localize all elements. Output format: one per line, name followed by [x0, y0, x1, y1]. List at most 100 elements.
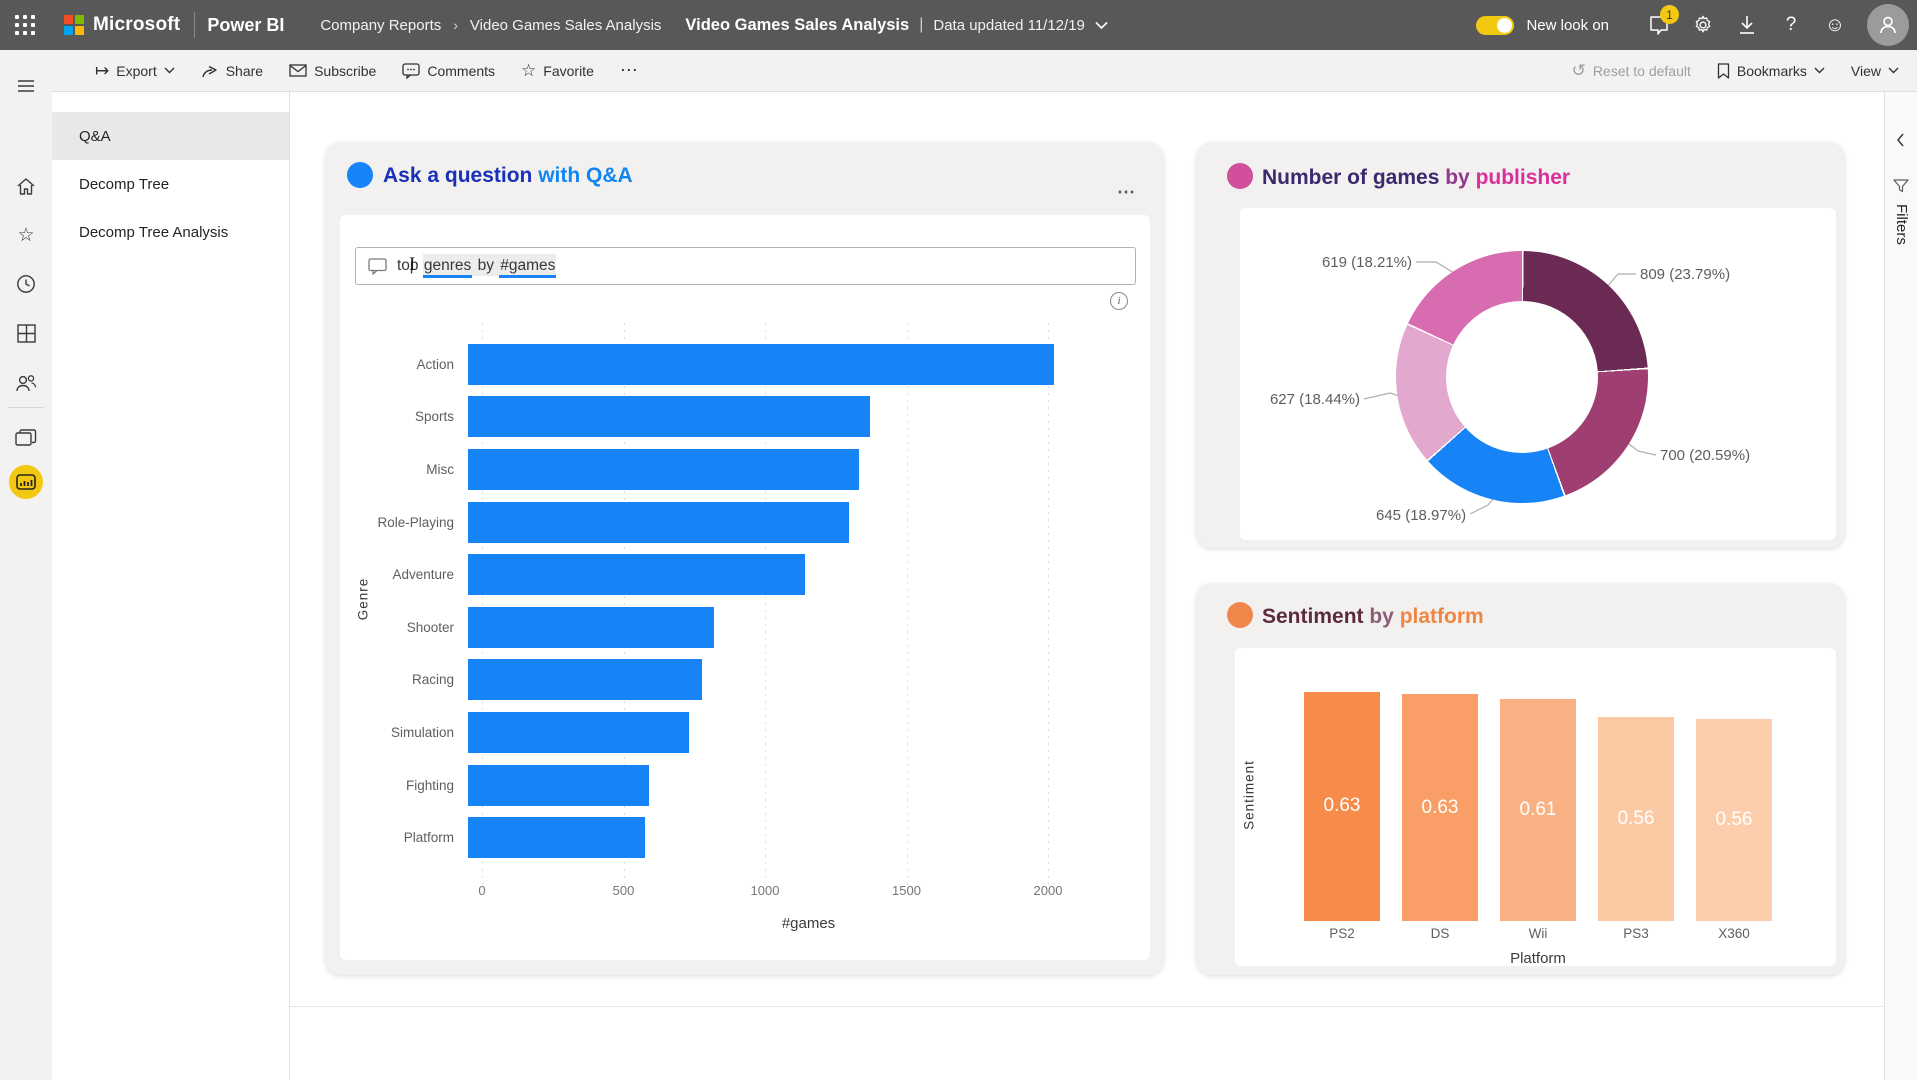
bar-value-label: 0.56: [1716, 809, 1753, 831]
notifications-button[interactable]: 1: [1637, 0, 1681, 50]
workspaces-button[interactable]: [0, 418, 52, 458]
bar-role-playing[interactable]: [468, 502, 849, 543]
bar-value-label: 0.56: [1618, 808, 1655, 830]
export-label: Export: [116, 63, 156, 79]
bar-platform[interactable]: [468, 817, 645, 858]
export-button[interactable]: ↦ Export: [95, 61, 175, 81]
my-workspace-button[interactable]: [0, 462, 52, 502]
favorite-button[interactable]: ☆ Favorite: [521, 61, 594, 81]
bar-row: Misc: [340, 443, 1135, 496]
bar-misc[interactable]: [468, 449, 859, 490]
waffle-icon: [15, 15, 35, 35]
nav-hamburger-button[interactable]: [0, 66, 52, 106]
favorites-button[interactable]: ☆: [0, 215, 52, 255]
bar-wii[interactable]: 0.61: [1500, 699, 1576, 921]
apps-button[interactable]: [0, 313, 52, 353]
bookmark-icon: [1717, 63, 1730, 79]
nav-item-qa[interactable]: Q&A: [52, 112, 289, 160]
bar-x360[interactable]: 0.56: [1696, 719, 1772, 921]
shared-with-me-button[interactable]: [0, 363, 52, 403]
bar-simulation[interactable]: [468, 712, 689, 753]
bar-ds[interactable]: 0.63: [1402, 694, 1478, 921]
donut-label-645: 645 (18.97%): [1376, 507, 1466, 524]
publisher-card-bullet-icon: [1227, 163, 1253, 189]
title-chevron-down-icon[interactable]: [1095, 21, 1108, 30]
bar-row: Role-Playing: [340, 496, 1135, 549]
microsoft-wordmark: Microsoft: [93, 14, 180, 36]
qa-card-more-button[interactable]: ⋯: [1117, 182, 1136, 203]
reset-label: Reset to default: [1593, 63, 1691, 79]
sentiment-x-axis-labels: PS2 DS Wii PS3 X360: [1304, 926, 1772, 941]
share-label: Share: [226, 63, 263, 79]
notifications-badge: 1: [1660, 5, 1679, 24]
category-label: Sports: [340, 409, 468, 424]
bar-value-label: 0.61: [1520, 799, 1557, 821]
comments-button[interactable]: Comments: [402, 63, 495, 79]
help-button[interactable]: ?: [1769, 0, 1813, 50]
envelope-icon: [289, 64, 307, 77]
bar-adventure[interactable]: [468, 554, 805, 595]
download-button[interactable]: [1725, 0, 1769, 50]
publisher-title-1: Number of games: [1262, 166, 1439, 189]
nav-item-decomp-tree[interactable]: Decomp Tree: [52, 160, 289, 208]
qa-card-bullet-icon: [347, 162, 373, 188]
home-button[interactable]: [0, 166, 52, 206]
category-label: Shooter: [340, 620, 468, 635]
report-title: Video Games Sales Analysis: [685, 16, 909, 35]
reset-icon: ↺: [1572, 61, 1586, 81]
top-bar: Microsoft Power BI Company Reports › Vid…: [0, 0, 1917, 50]
share-button[interactable]: Share: [201, 62, 263, 79]
microsoft-logo[interactable]: Microsoft: [64, 14, 180, 36]
actionbar-right: ↺ Reset to default Bookmarks View: [1572, 61, 1899, 81]
feedback-button[interactable]: ☺: [1813, 0, 1857, 50]
bookmarks-button[interactable]: Bookmarks: [1717, 63, 1825, 79]
category-label: Fighting: [340, 778, 468, 793]
report-title-group[interactable]: Video Games Sales Analysis | Data update…: [685, 16, 1107, 35]
star-icon: ☆: [17, 224, 34, 247]
expand-filters-button[interactable]: [1893, 132, 1909, 153]
new-look-toggle[interactable]: [1476, 16, 1514, 35]
rail-divider: [8, 407, 44, 408]
bookmarks-label: Bookmarks: [1737, 63, 1807, 79]
bar-action[interactable]: [468, 344, 1054, 385]
waffle-menu-button[interactable]: [0, 0, 50, 50]
recent-button[interactable]: [0, 264, 52, 304]
qa-visual-panel: top genres by #games I i Genre Action Sp…: [340, 215, 1150, 960]
subscribe-button[interactable]: Subscribe: [289, 63, 376, 79]
bar-ps3[interactable]: 0.56: [1598, 717, 1674, 921]
bar-fighting[interactable]: [468, 765, 649, 806]
category-label: Platform: [340, 830, 468, 845]
chevron-left-icon: [1893, 132, 1909, 148]
qa-card-title-primary: Ask a question: [383, 164, 532, 187]
nav-item-label: Decomp Tree: [79, 176, 169, 193]
breadcrumb-section[interactable]: Company Reports: [320, 17, 441, 34]
bar-row: Simulation: [340, 706, 1135, 759]
reset-to-default-button[interactable]: ↺ Reset to default: [1572, 61, 1691, 81]
sentiment-title-1: Sentiment: [1262, 605, 1364, 628]
actionbar-left: ↦ Export Share Subscribe: [95, 60, 665, 81]
workspaces-icon: [15, 429, 37, 447]
nav-item-decomp-tree-analysis[interactable]: Decomp Tree Analysis: [52, 208, 289, 256]
bar-ps2[interactable]: 0.63: [1304, 692, 1380, 921]
view-button[interactable]: View: [1851, 63, 1899, 79]
qa-term-genres: genres: [423, 254, 472, 278]
bar-sports[interactable]: [468, 396, 870, 437]
account-avatar[interactable]: [1867, 4, 1909, 46]
publisher-title-3: publisher: [1476, 166, 1571, 189]
sentiment-title-2: by: [1369, 605, 1394, 628]
smiley-icon: ☺: [1825, 14, 1845, 37]
bar-shooter[interactable]: [468, 607, 714, 648]
bar-racing[interactable]: [468, 659, 702, 700]
publisher-donut-chart[interactable]: [1396, 251, 1648, 503]
more-options-button[interactable]: ⋯: [620, 60, 639, 81]
qa-question-input[interactable]: top genres by #games I: [355, 247, 1136, 285]
export-icon: ↦: [95, 61, 109, 81]
breadcrumb-report[interactable]: Video Games Sales Analysis: [470, 17, 662, 34]
qa-info-icon[interactable]: i: [1110, 292, 1128, 310]
nav-item-label: Q&A: [79, 128, 111, 145]
bar-row: Racing: [340, 654, 1135, 707]
nav-item-label: Decomp Tree Analysis: [79, 224, 228, 241]
settings-button[interactable]: [1681, 0, 1725, 50]
sentiment-title-3: platform: [1400, 605, 1484, 628]
sentiment-card-bullet-icon: [1227, 602, 1253, 628]
